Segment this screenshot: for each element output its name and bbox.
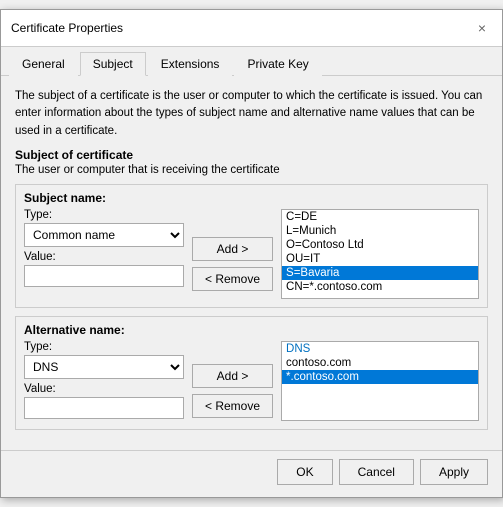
- subject-type-label: Type:: [24, 209, 184, 221]
- alternative-name-group: Alternative name: Type: DNSEmailIP Addre…: [15, 316, 488, 430]
- alt-add-button[interactable]: Add >: [192, 364, 273, 388]
- tab-private-key[interactable]: Private Key: [234, 52, 321, 76]
- subject-name-left: Type: Common nameOrganizationOrganizatio…: [24, 209, 184, 299]
- tab-general[interactable]: General: [9, 52, 78, 76]
- section-title: Subject of certificate: [15, 148, 488, 162]
- description-text: The subject of a certificate is the user…: [15, 88, 488, 140]
- alt-value-input[interactable]: [24, 397, 184, 419]
- subject-list[interactable]: C=DE L=Munich O=Contoso Ltd OU=IT S=Bava…: [281, 209, 479, 299]
- list-item[interactable]: C=DE: [282, 210, 478, 224]
- alternative-name-left: Type: DNSEmailIP AddressURI Value:: [24, 341, 184, 421]
- window-title: Certificate Properties: [11, 21, 123, 35]
- subject-value-label: Value:: [24, 251, 184, 263]
- subject-name-group: Subject name: Type: Common nameOrganizat…: [15, 184, 488, 308]
- list-item[interactable]: OU=IT: [282, 252, 478, 266]
- alt-list-header: DNS: [282, 342, 478, 356]
- cancel-button[interactable]: Cancel: [339, 459, 414, 485]
- certificate-properties-window: Certificate Properties × General Subject…: [0, 9, 503, 498]
- section-subtitle: The user or computer that is receiving t…: [15, 164, 488, 176]
- alt-remove-button[interactable]: < Remove: [192, 394, 273, 418]
- alt-value-row: Value:: [24, 383, 184, 419]
- subject-remove-button[interactable]: < Remove: [192, 267, 273, 291]
- subject-buttons: Add > < Remove: [192, 209, 273, 299]
- list-item-selected[interactable]: S=Bavaria: [282, 266, 478, 280]
- alt-buttons: Add > < Remove: [192, 341, 273, 421]
- subject-value-row: Value:: [24, 251, 184, 287]
- alternative-name-label: Alternative name:: [24, 323, 479, 337]
- subject-type-dropdown[interactable]: Common nameOrganizationOrganizational un…: [24, 223, 184, 247]
- content-area: The subject of a certificate is the user…: [1, 76, 502, 450]
- tab-extensions[interactable]: Extensions: [148, 52, 233, 76]
- subject-value-input[interactable]: [24, 265, 184, 287]
- alternative-name-row: Type: DNSEmailIP AddressURI Value: Add >…: [24, 341, 479, 421]
- alt-value-label: Value:: [24, 383, 184, 395]
- footer: OK Cancel Apply: [1, 450, 502, 497]
- alt-list[interactable]: DNS contoso.com *.contoso.com: [281, 341, 479, 421]
- tab-bar: General Subject Extensions Private Key: [1, 47, 502, 76]
- subject-name-label: Subject name:: [24, 191, 479, 205]
- subject-add-button[interactable]: Add >: [192, 237, 273, 261]
- apply-button[interactable]: Apply: [420, 459, 488, 485]
- close-button[interactable]: ×: [472, 18, 492, 38]
- list-item[interactable]: O=Contoso Ltd: [282, 238, 478, 252]
- alt-type-dropdown[interactable]: DNSEmailIP AddressURI: [24, 355, 184, 379]
- tab-subject[interactable]: Subject: [80, 52, 146, 76]
- list-item[interactable]: contoso.com: [282, 356, 478, 370]
- alt-type-label: Type:: [24, 341, 184, 353]
- ok-button[interactable]: OK: [277, 459, 332, 485]
- list-item[interactable]: CN=*.contoso.com: [282, 280, 478, 294]
- subject-name-row: Type: Common nameOrganizationOrganizatio…: [24, 209, 479, 299]
- subject-list-panel: C=DE L=Munich O=Contoso Ltd OU=IT S=Bava…: [281, 209, 479, 299]
- list-item-selected[interactable]: *.contoso.com: [282, 370, 478, 384]
- title-bar: Certificate Properties ×: [1, 10, 502, 47]
- alt-list-panel: DNS contoso.com *.contoso.com: [281, 341, 479, 421]
- list-item[interactable]: L=Munich: [282, 224, 478, 238]
